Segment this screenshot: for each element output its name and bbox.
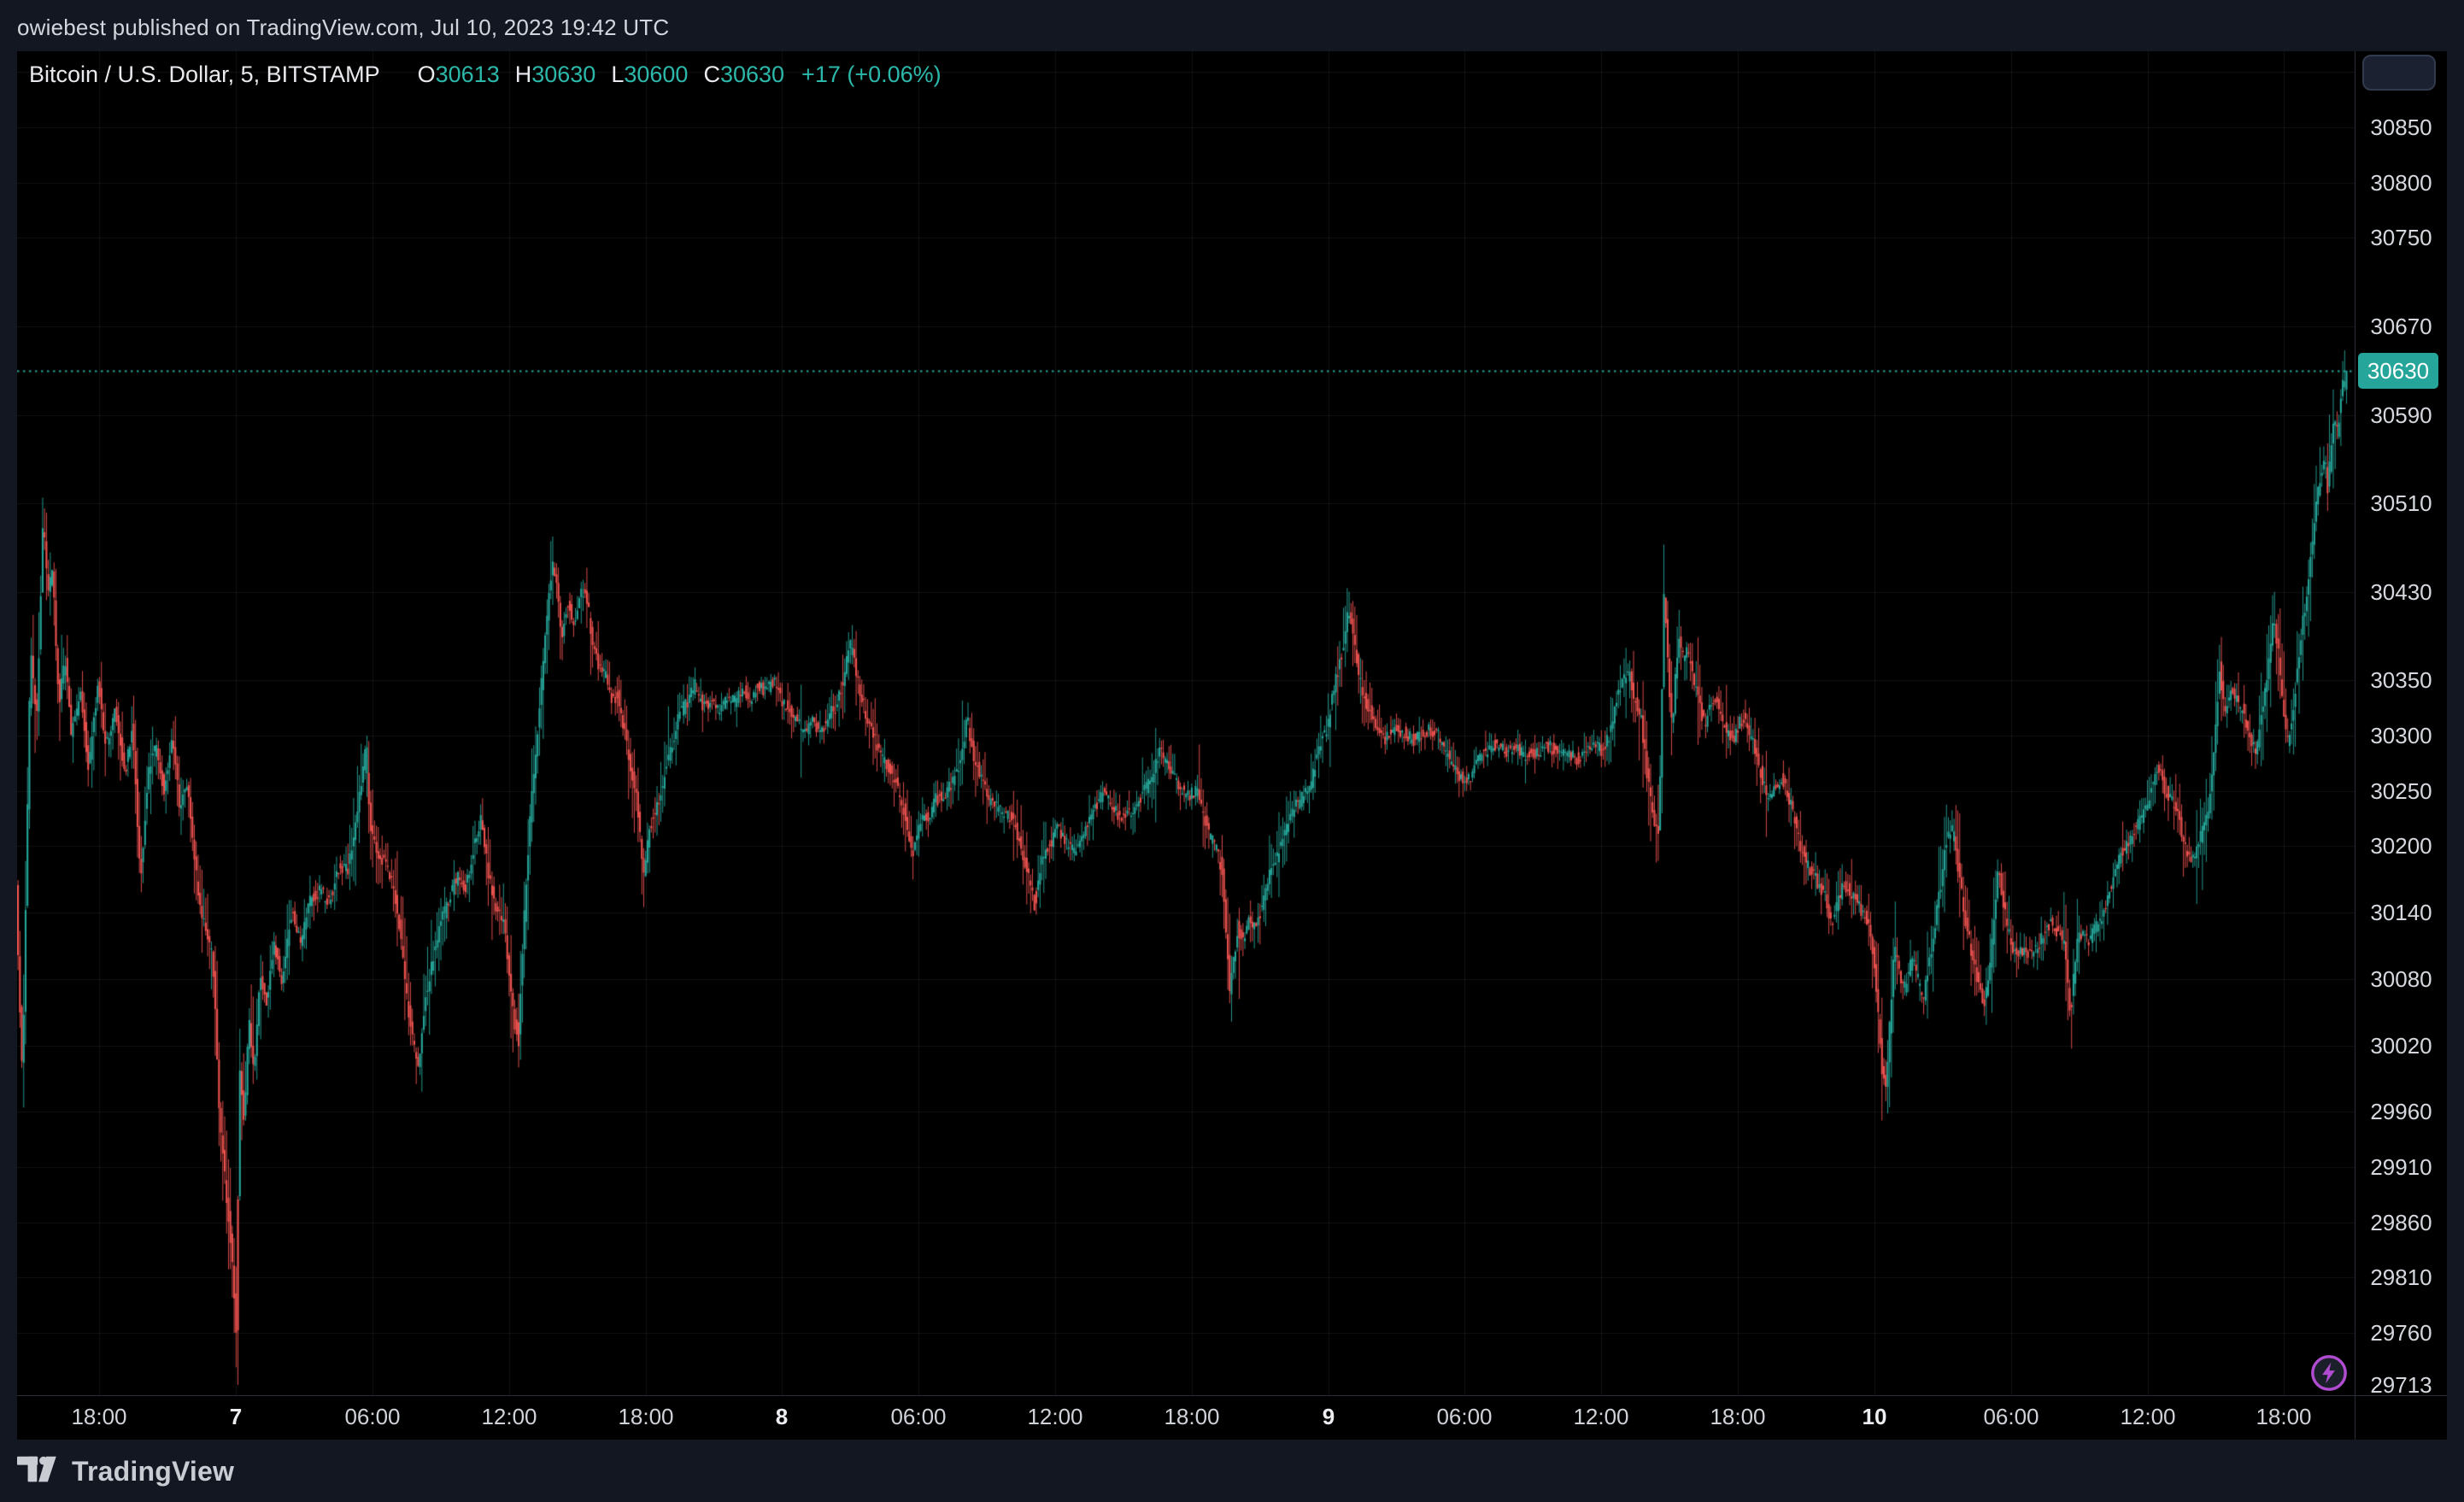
price-tick-label: 30080 (2355, 966, 2447, 992)
price-tick-label: 30750 (2355, 225, 2447, 250)
price-tick-label: 29960 (2355, 1099, 2447, 1124)
symbol-legend: Bitcoin / U.S. Dollar, 5, BITSTAMP O30613… (29, 62, 942, 88)
price-tick-label: 30510 (2355, 490, 2447, 516)
time-tick-label: 06:00 (321, 1404, 424, 1430)
time-tick-label: 18:00 (595, 1404, 697, 1430)
time-tick-label: 06:00 (1413, 1404, 1516, 1430)
legend-close-value: 30630 (720, 62, 784, 87)
time-tick-label: 18:00 (1141, 1404, 1243, 1430)
legend-high-value: 30630 (531, 62, 595, 87)
price-axis-stub (2362, 55, 2436, 91)
price-tick-label: 30140 (2355, 900, 2447, 925)
axis-corner (2355, 1395, 2447, 1440)
price-tick-label: 29713 (2355, 1372, 2447, 1398)
tradingview-wordmark: TradingView (72, 1456, 234, 1487)
legend-close-label: C (703, 62, 720, 87)
price-tick-label: 29810 (2355, 1264, 2447, 1290)
price-tick-label: 30670 (2355, 314, 2447, 339)
price-tick-label: 29910 (2355, 1154, 2447, 1180)
time-tick-label: 12:00 (2097, 1404, 2199, 1430)
price-tick-label: 30020 (2355, 1033, 2447, 1059)
price-tick-label: 30850 (2355, 114, 2447, 140)
attribution-text: owiebest published on TradingView.com, J… (17, 15, 669, 40)
time-tick-label: 9 (1277, 1404, 1380, 1430)
price-tick-label: 30590 (2355, 402, 2447, 428)
legend-low-label: L (611, 62, 624, 87)
time-tick-label: 7 (185, 1404, 287, 1430)
time-tick-label: 10 (1823, 1404, 1926, 1430)
time-tick-label: 06:00 (867, 1404, 970, 1430)
price-axis[interactable]: 30850 30800 30750 30670 30590 30510 30430 30350… (2355, 51, 2447, 1395)
price-tick-label: 29760 (2355, 1320, 2447, 1346)
price-tick-label: 30250 (2355, 778, 2447, 804)
legend-symbol-title: Bitcoin / U.S. Dollar, 5, BITSTAMP (29, 62, 380, 87)
price-tick-label: 30430 (2355, 579, 2447, 605)
time-tick-label: 12:00 (1004, 1404, 1106, 1430)
attribution-bar: owiebest published on TradingView.com, J… (17, 12, 669, 43)
time-tick-label: 18:00 (2232, 1404, 2335, 1430)
time-tick-label: 12:00 (458, 1404, 560, 1430)
time-tick-label: 18:00 (1687, 1404, 1789, 1430)
legend-open-label: O (418, 62, 436, 87)
price-tick-label: 30350 (2355, 667, 2447, 693)
legend-high-label: H (515, 62, 532, 87)
candlestick-chart[interactable] (17, 51, 2355, 1395)
legend-open-value: 30613 (436, 62, 500, 87)
price-tick-label: 30300 (2355, 723, 2447, 748)
chart-panel: Bitcoin / U.S. Dollar, 5, BITSTAMP O30613… (17, 51, 2447, 1440)
time-tick-label: 8 (730, 1404, 833, 1430)
price-tick-label: 30800 (2355, 170, 2447, 196)
time-tick-label: 06:00 (1960, 1404, 2062, 1430)
time-tick-label: 18:00 (48, 1404, 150, 1430)
tradingview-logo-icon (17, 1453, 62, 1490)
footer-brand[interactable]: TradingView (17, 1449, 234, 1493)
boost-lightning-icon[interactable] (2309, 1353, 2349, 1393)
time-tick-label: 12:00 (1550, 1404, 1652, 1430)
legend-change: +17 (+0.06%) (801, 62, 942, 87)
last-price-label: 30630 (2358, 353, 2438, 389)
price-tick-label: 30200 (2355, 833, 2447, 859)
legend-low-value: 30600 (624, 62, 688, 87)
price-tick-label: 29860 (2355, 1210, 2447, 1235)
time-axis[interactable]: 18:00 7 06:00 12:00 18:00 8 06:00 12:00 18:00 9 06… (17, 1395, 2447, 1440)
